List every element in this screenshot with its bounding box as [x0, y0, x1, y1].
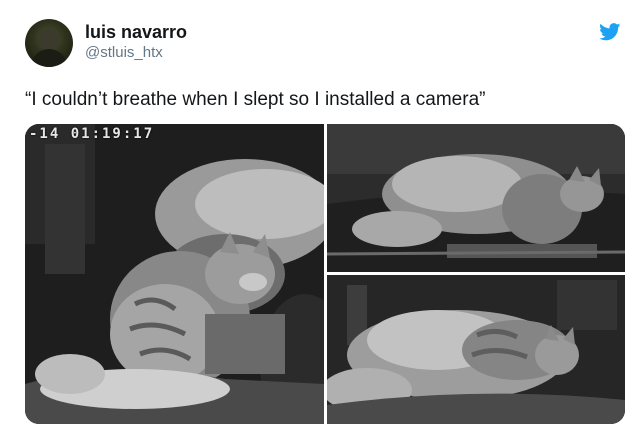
camera-timestamp: -14 01:19:17	[29, 126, 155, 142]
photo-night-camera-cat-beside-sleeper[interactable]	[327, 124, 625, 272]
author-display-name[interactable]: luis navarro	[85, 21, 187, 43]
tweet-text: “I couldn’t breathe when I slept so I in…	[25, 89, 486, 110]
tweet-media-grid: -14 01:19:17	[25, 124, 625, 424]
author-names: luis navarro @stluis_htx	[85, 21, 187, 63]
avatar[interactable]	[25, 19, 73, 67]
photo-night-camera-cat-on-head[interactable]: -14 01:19:17	[25, 124, 324, 424]
photo-1-illustration	[25, 124, 324, 424]
photo-2-illustration	[327, 124, 625, 272]
author-handle[interactable]: @stluis_htx	[85, 43, 187, 63]
tweet-card: luis navarro @stluis_htx “I couldn’t bre…	[0, 0, 643, 433]
photo-night-camera-cat-on-sleeper[interactable]	[327, 275, 625, 424]
avatar-shoulders	[31, 49, 67, 67]
twitter-bird-icon[interactable]	[599, 23, 621, 41]
photo-3-illustration	[327, 275, 625, 424]
avatar-face	[39, 29, 59, 51]
tweet-header: luis navarro @stluis_htx	[25, 13, 625, 67]
